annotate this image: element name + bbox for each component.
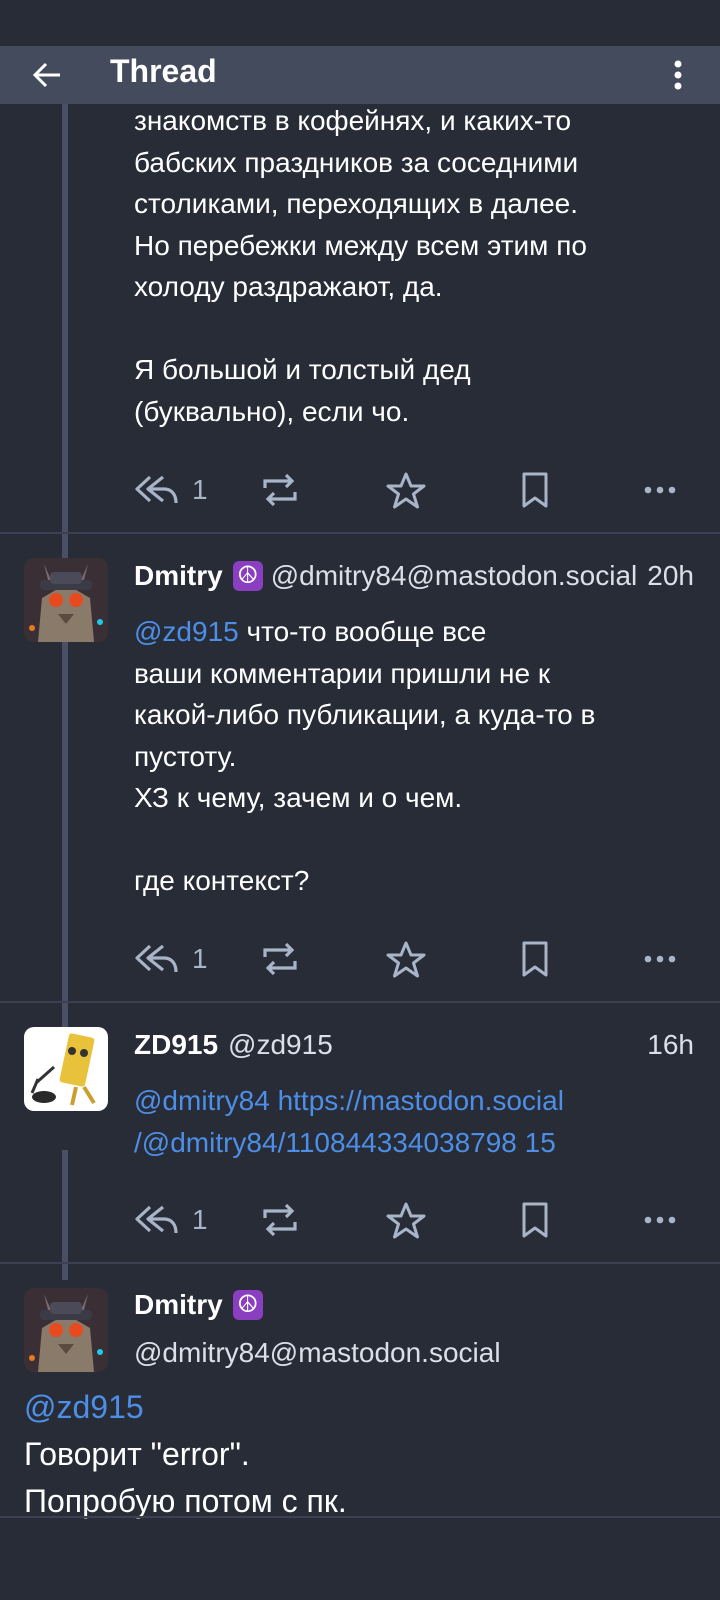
peace-icon: ☮ [232,561,263,591]
post-header: Dmitry ☮ [134,1285,694,1325]
bookmark-icon [522,1202,548,1238]
more-button[interactable] [644,937,676,981]
post-body: что-то вообще все ваши комментарии пришл… [134,616,596,896]
robot-avatar-icon [24,1027,108,1111]
reply-all-icon [135,944,178,973]
app-bar: Thread [0,46,720,104]
bookmark-button[interactable] [520,1198,550,1242]
arrow-left-icon[interactable] [30,58,64,92]
avatar[interactable] [24,558,108,642]
page-title: Thread [110,53,217,89]
repeat-icon [263,1203,297,1237]
post-body: Говорит "error". Попробую потом с пк. [24,1436,347,1519]
mention-link[interactable]: @dmitry84 [134,1085,270,1116]
repeat-icon [263,473,297,507]
reply-count: 1 [192,943,208,974]
post-actions: 1 [134,468,694,512]
post-actions: 1 [134,937,694,981]
favourite-button[interactable] [386,468,426,512]
mention-link[interactable]: @zd915 [134,616,239,647]
bookmark-icon [522,472,548,508]
user-handle[interactable]: @dmitry84@mastodon.social [271,560,640,592]
display-name[interactable]: Dmitry [134,1289,223,1321]
reply-all-icon [135,1205,178,1234]
display-name[interactable]: ZD915 [134,1029,218,1061]
post-text: @zd915 Говорит "error". Попробую потом с… [24,1384,704,1525]
status-bar [0,0,720,46]
star-icon [386,472,426,509]
post-header: Dmitry ☮ @dmitry84@mastodon.social 20h [134,556,694,596]
divider [0,1001,720,1003]
bookmark-icon [522,941,548,977]
post-header-handle: @dmitry84@mastodon.social [134,1333,694,1373]
more-button[interactable] [644,1198,676,1242]
reply-all-icon [135,475,178,504]
user-handle[interactable]: @zd915 [228,1029,639,1061]
mention-link[interactable]: @zd915 [24,1389,144,1425]
reply-button[interactable]: 1 [134,468,208,512]
more-horizontal-icon [644,486,676,494]
reply-button[interactable]: 1 [134,937,208,981]
more-button[interactable] [644,468,676,512]
post-text: @dmitry84 https://mastodon.social /@dmit… [134,1080,704,1163]
post-text: знакомств в кофейнях, и каких-то бабских… [134,105,587,427]
repeat-icon [263,942,297,976]
divider [0,1262,720,1264]
wolf-avatar-icon [24,558,108,642]
reply-count: 1 [192,1204,208,1235]
more-horizontal-icon [644,1216,676,1224]
reply-button[interactable]: 1 [134,1198,208,1242]
post-header: ZD915 @zd915 16h [134,1025,694,1065]
post-time: 16h [647,1029,694,1060]
boost-button[interactable] [260,1198,300,1242]
more-vertical-icon[interactable] [672,56,684,94]
post-actions: 1 [134,1198,694,1242]
boost-button[interactable] [260,468,300,512]
star-icon [386,1202,426,1239]
display-name[interactable]: Dmitry [134,560,223,592]
divider [0,1516,720,1518]
peace-icon: ☮ [232,1290,263,1320]
thread-line [62,1150,68,1280]
avatar[interactable] [24,1288,108,1372]
star-icon [386,941,426,978]
avatar[interactable] [24,1027,108,1111]
boost-button[interactable] [260,937,300,981]
more-horizontal-icon [644,955,676,963]
divider [0,532,720,534]
bookmark-button[interactable] [520,468,550,512]
bookmark-button[interactable] [520,937,550,981]
post-text: @zd915 что-то вообще все ваши комментари… [134,611,704,902]
reply-count: 1 [192,474,208,505]
user-handle[interactable]: @dmitry84@mastodon.social [134,1337,694,1369]
post-time: 20h [647,560,694,591]
favourite-button[interactable] [386,937,426,981]
favourite-button[interactable] [386,1198,426,1242]
wolf-avatar-icon [24,1288,108,1372]
